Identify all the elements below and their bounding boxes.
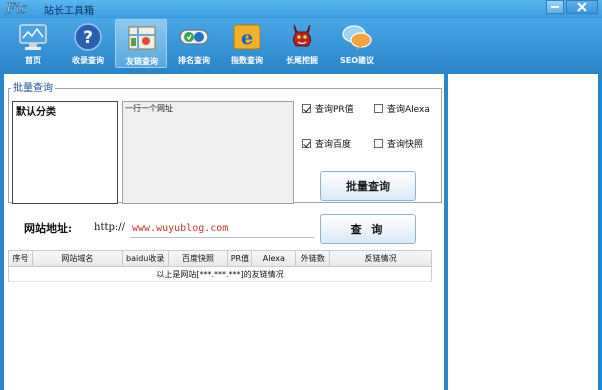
app-window: Fis 站长工具箱 首页 ? 收录查询 友链查询 排名查询 e 指数查询 长尾挖…: [0, 0, 602, 390]
tool-label: 长尾挖掘: [286, 56, 318, 65]
col-pr[interactable]: PR值: [228, 251, 253, 266]
check-alexa-label: 查询Alexa: [387, 105, 430, 115]
title-bar[interactable]: Fis 站长工具箱: [0, 0, 602, 18]
col-outlinks[interactable]: 外链数: [296, 251, 331, 266]
category-item[interactable]: 默认分类: [16, 103, 56, 118]
checkbox-baidu[interactable]: [302, 139, 311, 148]
check-snapshot[interactable]: 查询快照: [374, 137, 423, 150]
check-pr[interactable]: 查询PR值: [302, 102, 354, 115]
batch-query-button[interactable]: 批量查询: [320, 171, 416, 201]
svg-text:?: ?: [83, 28, 93, 48]
minimize-icon: [551, 6, 559, 8]
check-baidu[interactable]: 查询百度: [302, 137, 351, 150]
content-area: 批量查询 默认分类 一行一个网址 查询PR值 查询Alexa 查询百度 查询快照…: [0, 70, 602, 390]
table-summary-row: 以上是网站[***.***.***]的友链情况: [9, 267, 432, 282]
query-button[interactable]: 查 询: [320, 214, 416, 244]
col-baidu-index[interactable]: baidu收录: [123, 251, 169, 266]
tool-label: 友链查询: [126, 57, 158, 66]
tool-longtail[interactable]: 长尾挖掘: [276, 19, 328, 68]
col-index[interactable]: 序号: [9, 251, 33, 266]
ranking-icon: [179, 29, 209, 45]
tool-index-value[interactable]: e 指数查询: [221, 19, 273, 68]
check-alexa[interactable]: 查询Alexa: [374, 102, 430, 115]
close-button[interactable]: [566, 0, 598, 14]
side-panel: [448, 74, 598, 390]
tool-label: 收录查询: [72, 56, 104, 65]
check-pr-label: 查询PR值: [315, 105, 354, 115]
col-backlinks[interactable]: 反链情况: [330, 251, 432, 266]
svg-text:Fis: Fis: [5, 1, 27, 16]
tool-index-query[interactable]: ? 收录查询: [62, 19, 114, 68]
map-icon: [128, 26, 156, 50]
monitor-icon: [19, 24, 47, 50]
tool-seo-advice[interactable]: SEO建议: [331, 19, 383, 68]
batch-query-title: 批量查询: [11, 79, 55, 94]
results-table: 序号 网站域名 baidu收录 百度快照 PR值 Alexa 外链数 反链情况 …: [8, 250, 432, 282]
site-url-input[interactable]: [130, 220, 314, 238]
table-header: 序号 网站域名 baidu收录 百度快照 PR值 Alexa 外链数 反链情况: [9, 250, 432, 267]
main-toolbar: 首页 ? 收录查询 友链查询 排名查询 e 指数查询 长尾挖掘 SEO建议: [0, 18, 602, 70]
check-snapshot-label: 查询快照: [387, 140, 424, 150]
tool-label: 首页: [25, 56, 41, 65]
minimize-button[interactable]: [546, 0, 564, 14]
col-snapshot[interactable]: 百度快照: [169, 251, 229, 266]
checkbox-alexa[interactable]: [374, 104, 383, 113]
svg-text:e: e: [241, 27, 253, 49]
window-title: 站长工具箱: [44, 6, 94, 17]
close-icon: [577, 2, 587, 12]
site-address-label: 网站地址:: [24, 222, 73, 235]
tool-home[interactable]: 首页: [7, 19, 59, 68]
url-placeholder: 一行一个网址: [125, 104, 173, 113]
chat-icon: [342, 25, 372, 50]
check-baidu-label: 查询百度: [315, 140, 352, 150]
app-logo: Fis: [5, 1, 28, 16]
friend-link-panel: 批量查询 默认分类 一行一个网址 查询PR值 查询Alexa 查询百度 查询快照…: [4, 74, 444, 390]
tool-label: 指数查询: [231, 56, 263, 65]
ie-icon: e: [233, 24, 261, 50]
devil-icon: [293, 24, 311, 47]
help-icon: ?: [74, 23, 102, 51]
tool-label: SEO建议: [339, 56, 375, 65]
category-list[interactable]: 默认分类: [12, 101, 118, 204]
site-protocol-prefix: http://: [94, 222, 125, 233]
batch-url-textarea[interactable]: 一行一个网址: [122, 101, 294, 204]
checkbox-snapshot[interactable]: [374, 139, 383, 148]
tool-friend-link[interactable]: 友链查询: [115, 19, 167, 68]
checkbox-pr[interactable]: [302, 104, 311, 113]
tool-label: 排名查询: [178, 56, 210, 65]
col-alexa[interactable]: Alexa: [252, 251, 297, 266]
col-domain[interactable]: 网站域名: [33, 251, 123, 266]
tool-ranking[interactable]: 排名查询: [168, 19, 220, 68]
